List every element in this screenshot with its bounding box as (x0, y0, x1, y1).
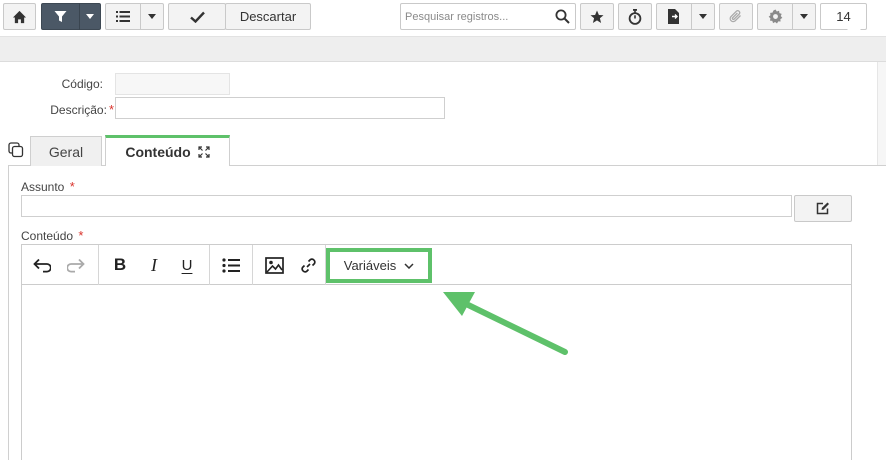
bold-icon: B (113, 255, 127, 274)
bullet-list-button[interactable] (217, 251, 245, 279)
undo-button[interactable] (28, 251, 56, 279)
gear-icon (768, 9, 783, 24)
record-counter-pointer (847, 29, 861, 36)
underline-button[interactable]: U (173, 251, 201, 279)
variables-dropdown-label: Variáveis (343, 258, 397, 273)
favorite-button[interactable] (580, 3, 614, 30)
filter-icon (54, 11, 67, 22)
assunto-label-text: Assunto (21, 180, 65, 194)
attachment-button[interactable] (719, 3, 753, 30)
caret-down-icon (800, 14, 809, 19)
home-icon (12, 10, 27, 23)
expand-icon[interactable] (198, 146, 210, 158)
insert-image-button[interactable] (260, 251, 288, 279)
conteudo-label-text: Conteúdo (21, 229, 74, 243)
bullet-list-icon (222, 257, 240, 273)
underline-icon: U (181, 256, 193, 274)
discard-label: Descartar (239, 9, 297, 24)
breadcrumb-bar (0, 36, 886, 62)
edit-subject-button[interactable] (794, 195, 852, 222)
descricao-label-text: Descrição: (50, 103, 107, 117)
tab-conteudo-label: Conteúdo (125, 144, 191, 160)
toolbar-separator (98, 245, 99, 285)
editor-toolbar: B I U Variáveis (22, 245, 851, 285)
descricao-field[interactable] (115, 97, 445, 119)
save-button[interactable] (168, 3, 226, 30)
codigo-label-text: Código: (61, 77, 103, 91)
record-counter: 14 (820, 3, 867, 30)
view-mode-button[interactable] (105, 3, 164, 30)
required-asterisk: * (69, 179, 75, 194)
tab-geral[interactable]: Geral (30, 136, 102, 166)
check-icon (189, 11, 205, 23)
main-toolbar: Descartar Pesquisar registros... 14 (0, 0, 886, 36)
codigo-label: Código: (40, 77, 103, 91)
timer-button[interactable] (618, 3, 652, 30)
italic-icon: I (151, 254, 157, 275)
redo-icon (67, 258, 85, 272)
settings-button[interactable] (757, 3, 816, 30)
toolbar-separator (209, 245, 210, 285)
tab-geral-label: Geral (48, 143, 84, 160)
page: Descartar Pesquisar registros... 14 Códi… (0, 0, 886, 460)
bold-button[interactable]: B (106, 251, 134, 279)
home-button[interactable] (3, 3, 36, 30)
variables-dropdown[interactable]: Variáveis (326, 248, 432, 283)
assunto-field[interactable] (21, 195, 792, 217)
export-icon (668, 9, 680, 24)
paperclip-icon (729, 10, 741, 23)
discard-button[interactable]: Descartar (225, 3, 311, 30)
star-icon (590, 10, 604, 23)
toolbar-separator (252, 245, 253, 285)
caret-down-icon (86, 14, 95, 19)
conteudo-label: Conteúdo * (21, 228, 83, 243)
editor-content-area[interactable] (22, 285, 851, 460)
edit-icon (816, 202, 829, 215)
italic-button[interactable]: I (140, 251, 168, 279)
stopwatch-icon (628, 8, 642, 25)
descricao-label: Descrição: * (20, 102, 114, 117)
required-asterisk: * (78, 228, 84, 243)
assunto-label: Assunto * (21, 179, 75, 194)
export-button[interactable] (656, 3, 715, 30)
search-icon[interactable] (555, 9, 570, 24)
link-icon (300, 257, 316, 273)
tab-conteudo[interactable]: Conteúdo (105, 135, 230, 166)
caret-down-icon (148, 14, 157, 19)
search-input[interactable] (401, 4, 551, 29)
codigo-field (115, 73, 230, 95)
undo-icon (33, 258, 51, 272)
filter-button[interactable] (41, 3, 101, 30)
image-icon (264, 256, 284, 274)
chevron-down-icon (404, 262, 414, 269)
list-icon (116, 11, 131, 22)
redo-button[interactable] (62, 251, 90, 279)
required-asterisk: * (108, 102, 114, 117)
copy-icon[interactable] (8, 142, 24, 158)
rich-text-editor: B I U Variáveis (21, 244, 852, 460)
caret-down-icon (699, 14, 708, 19)
search-box (400, 3, 576, 30)
insert-link-button[interactable] (294, 251, 322, 279)
